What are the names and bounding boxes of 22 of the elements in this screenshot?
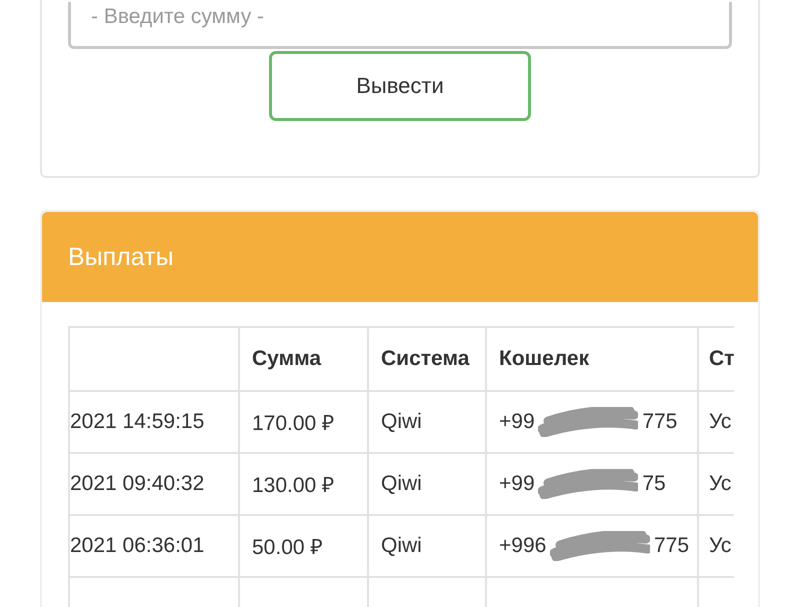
table-cell: 2021 14:59:15 xyxy=(69,391,239,453)
wallet-number-start: +996 xyxy=(499,534,546,557)
table-cell: 170.00 ₽ xyxy=(239,391,368,453)
withdraw-button[interactable]: Вывести xyxy=(269,50,531,121)
column-header: Ст xyxy=(698,327,734,391)
wallet-number-start: +99 xyxy=(499,472,535,495)
wallet-number-end: 775 xyxy=(654,534,690,557)
wallet-number-start: +99 xyxy=(499,410,535,433)
column-header: Сумма xyxy=(239,327,368,391)
column-header: Система xyxy=(368,327,486,391)
amount-input[interactable]: - Введите сумму - xyxy=(68,2,732,49)
table-cell: 2021 06:36:01 xyxy=(69,515,239,577)
wallet-number-end: 75 xyxy=(642,472,666,495)
table-cell: 130.00 ₽ xyxy=(239,453,368,515)
column-header: Кошелек xyxy=(486,327,698,391)
table-cell: Qiwi xyxy=(368,391,486,453)
wallet-number-end: 775 xyxy=(642,410,678,433)
table-cell: Qiwi xyxy=(368,515,486,577)
table-cell: Qiwi xyxy=(368,453,486,515)
table-cell: 50.00 ₽ xyxy=(239,515,368,577)
table-cell: 2021 09:40:32 xyxy=(69,453,239,515)
payouts-title: Выплаты xyxy=(68,242,174,272)
